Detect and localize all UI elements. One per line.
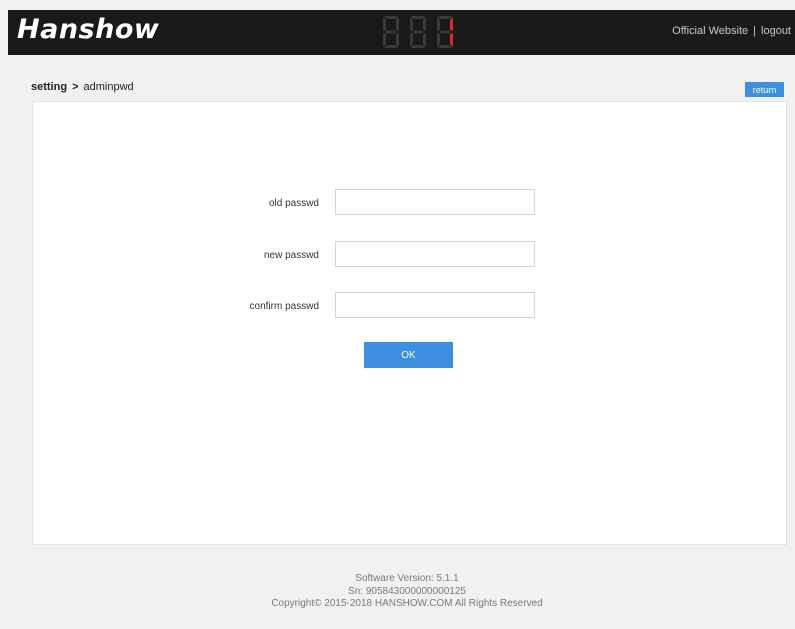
old-password-label: old passwd [268, 198, 319, 209]
official-website-link[interactable]: Official Website [672, 25, 748, 37]
hanshow-logo: Hanshow [17, 14, 160, 45]
old-password-input[interactable] [335, 189, 535, 215]
logout-link[interactable]: logout [761, 25, 791, 37]
segment-digit-1 [383, 16, 399, 48]
new-password-input[interactable] [335, 241, 535, 267]
footer: Software Version: 5.1.1 Sn: 905843000000… [0, 573, 795, 611]
software-version: Software Version: 5.1.1 [355, 573, 459, 584]
new-password-label: new passwd [263, 250, 319, 261]
confirm-password-label: confirm passwd [249, 301, 319, 312]
breadcrumb-setting[interactable]: setting [31, 81, 67, 93]
top-bar: Hanshow Official Website | logout [8, 10, 795, 55]
breadcrumb: setting > adminpwd [31, 81, 134, 93]
breadcrumb-separator: > [72, 81, 79, 93]
segment-digit-2 [410, 16, 426, 48]
top-links: Official Website | logout [672, 25, 791, 37]
segment-digit-3 [437, 16, 453, 48]
segment-display [380, 15, 456, 49]
serial-number: Sn: 905843000000000125 [348, 585, 466, 597]
breadcrumb-current: adminpwd [83, 81, 134, 93]
ok-button[interactable]: OK [364, 342, 453, 368]
password-panel: old passwd new passwd confirm passwd OK [32, 101, 787, 545]
copyright: Copyright© 2015-2018 HANSHOW.COM All Rig… [271, 598, 543, 609]
link-separator: | [753, 25, 757, 37]
confirm-password-input[interactable] [335, 292, 535, 318]
return-button[interactable]: return [745, 82, 784, 97]
